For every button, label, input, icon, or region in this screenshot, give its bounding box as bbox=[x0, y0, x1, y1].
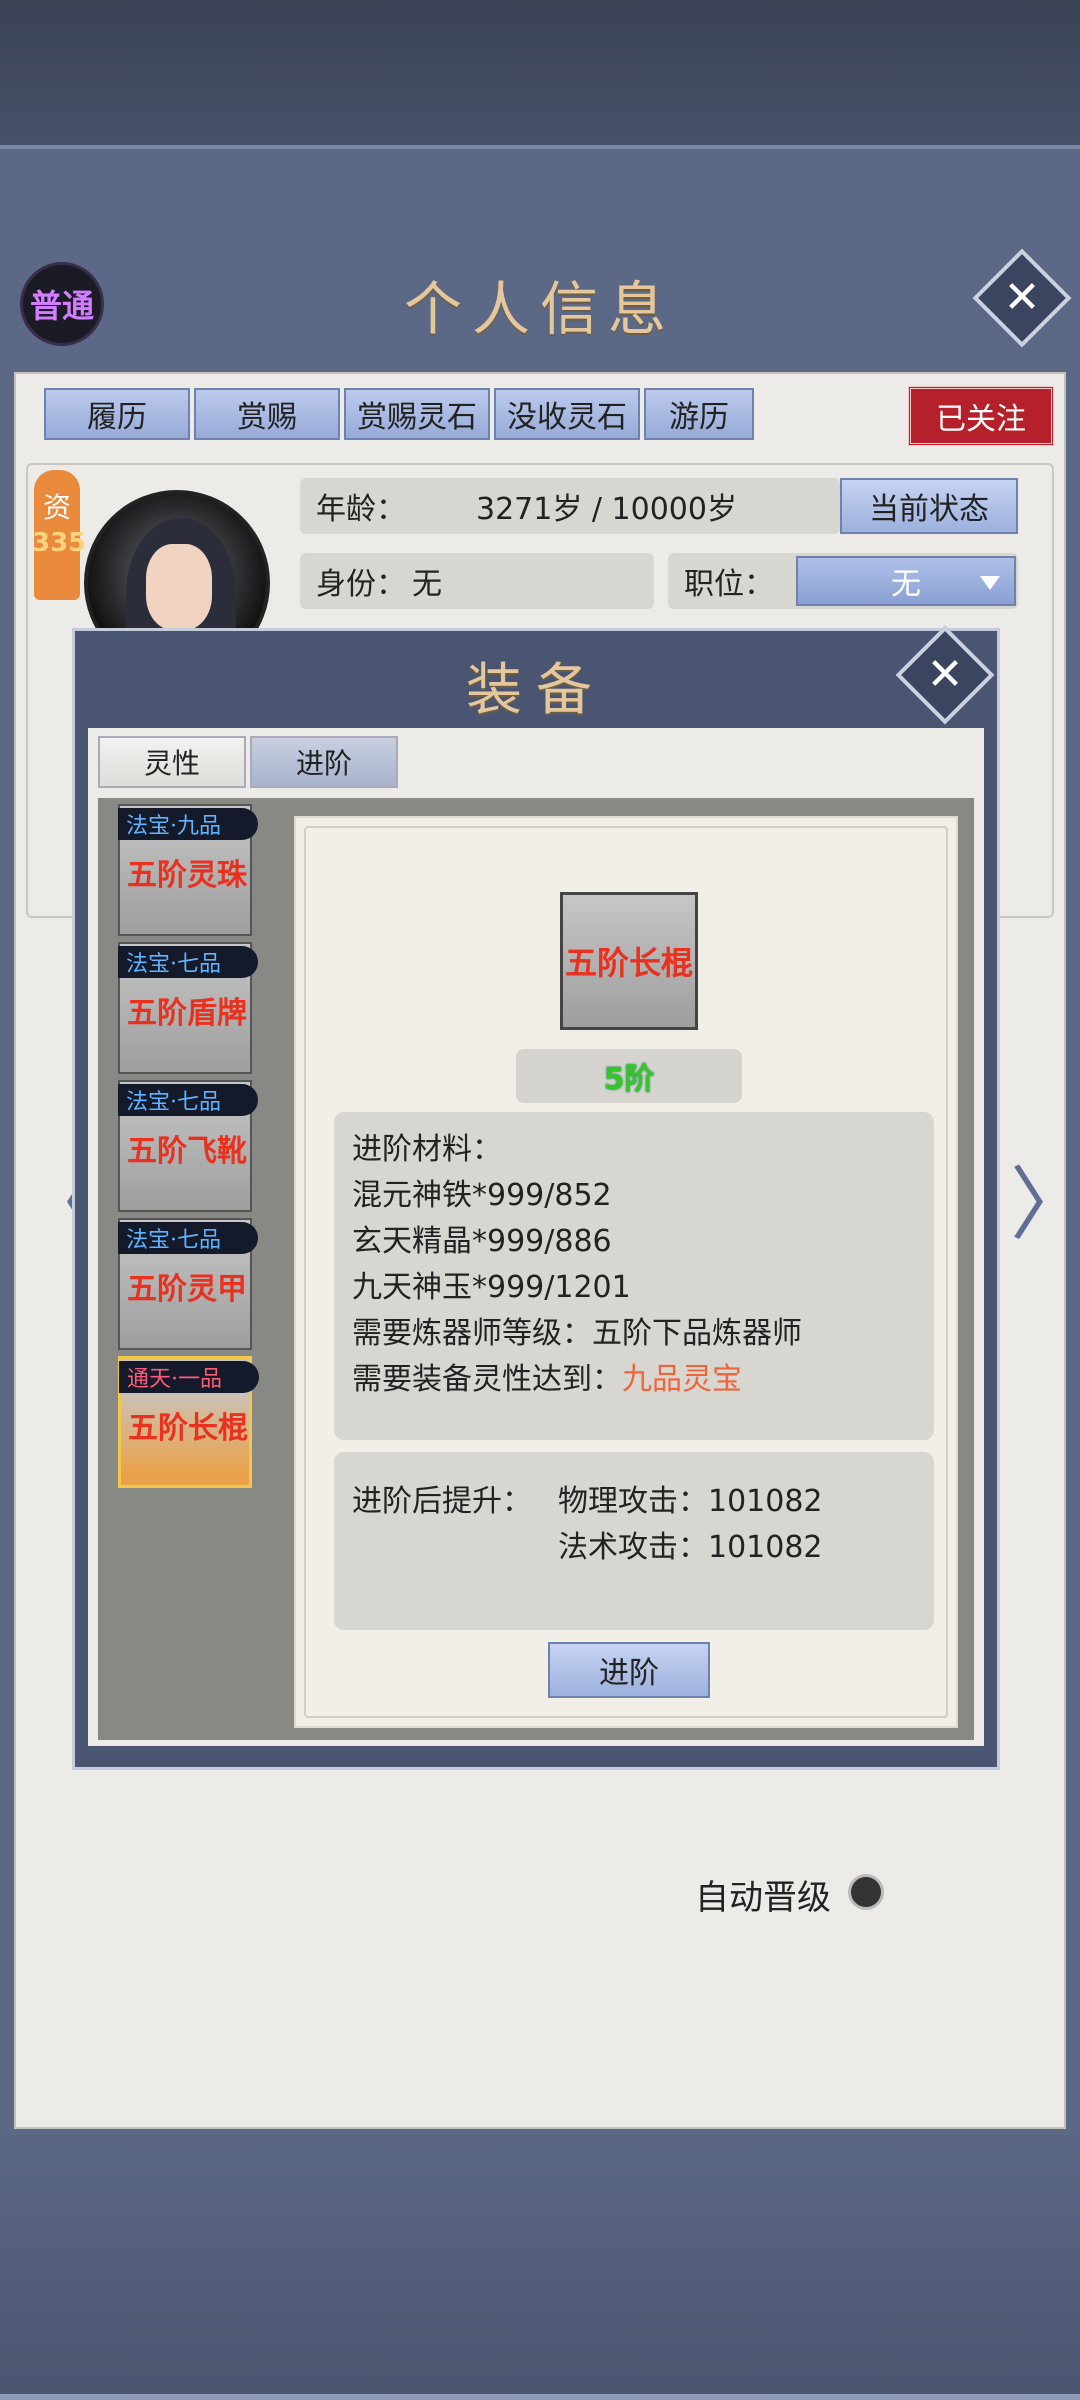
equipment-tabs: 灵性 进阶 bbox=[98, 736, 398, 788]
item-name: 五阶长棍 bbox=[128, 1411, 248, 1446]
bottom-bar bbox=[0, 2135, 1080, 2400]
gain-line: 法术攻击：101082 bbox=[558, 1530, 823, 1565]
age-label: 年龄： bbox=[316, 492, 406, 527]
top-bar bbox=[0, 0, 1080, 149]
item-name: 五阶灵珠 bbox=[127, 858, 247, 893]
close-icon: ✕ bbox=[926, 649, 964, 700]
next-arrow-icon[interactable]: 〉 bbox=[1010, 1165, 1080, 1245]
advance-button[interactable]: 进阶 bbox=[548, 1642, 710, 1698]
item-grade-tag: 通天·一品 bbox=[119, 1361, 259, 1393]
item-name: 五阶盾牌 bbox=[127, 996, 247, 1031]
position-select[interactable]: 无 bbox=[796, 556, 1016, 606]
quality-value: 335 bbox=[32, 528, 87, 558]
equipment-title: 装备 bbox=[466, 658, 606, 723]
auto-promote-label: 自动晋级 bbox=[695, 1878, 831, 1918]
position-value: 无 bbox=[891, 567, 921, 602]
spirit-requirement-value: 九品灵宝 bbox=[622, 1362, 742, 1397]
material-line: 九天神玉*999/1201 bbox=[352, 1270, 631, 1305]
identity-value: 无 bbox=[412, 567, 442, 602]
stage-label: 5阶 bbox=[516, 1049, 742, 1103]
tab-reward[interactable]: 赏赐 bbox=[194, 388, 340, 440]
refiner-requirement: 需要炼器师等级：五阶下品炼器师 bbox=[352, 1316, 802, 1351]
item-card[interactable]: 法宝·七品 五阶灵甲 bbox=[118, 1218, 258, 1350]
current-status-button[interactable]: 当前状态 bbox=[840, 478, 1018, 534]
avatar-face bbox=[146, 544, 212, 630]
item-grade-tag: 法宝·七品 bbox=[118, 946, 258, 978]
tab-history[interactable]: 履历 bbox=[44, 388, 190, 440]
age-row: 年龄： 3271岁 / 10000岁 bbox=[300, 478, 840, 534]
tab-spirituality[interactable]: 灵性 bbox=[98, 736, 246, 788]
item-name: 五阶飞靴 bbox=[127, 1134, 247, 1169]
item-card[interactable]: 法宝·九品 五阶灵珠 bbox=[118, 804, 258, 936]
auto-promote-toggle[interactable] bbox=[848, 1874, 884, 1910]
material-line: 玄天精晶*999/886 bbox=[352, 1224, 612, 1259]
gain-line: 物理攻击：101082 bbox=[558, 1484, 823, 1519]
tab-advance[interactable]: 进阶 bbox=[250, 736, 398, 788]
position-label: 职位： bbox=[684, 567, 774, 602]
selected-item-icon: 五阶长棍 bbox=[560, 892, 698, 1030]
spirit-requirement-label: 需要装备灵性达到： bbox=[352, 1362, 622, 1397]
chevron-down-icon bbox=[980, 576, 1000, 590]
materials-title: 进阶材料： bbox=[352, 1132, 502, 1167]
item-grade-tag: 法宝·九品 bbox=[118, 808, 258, 840]
identity-row: 身份： 无 bbox=[300, 553, 654, 609]
page-title: 个人信息 bbox=[403, 275, 676, 343]
item-card-selected[interactable]: 通天·一品 五阶长棍 bbox=[118, 1356, 259, 1488]
material-line: 混元神铁*999/852 bbox=[352, 1178, 612, 1213]
item-grade-tag: 法宝·七品 bbox=[118, 1084, 258, 1116]
gain-label: 进阶后提升： bbox=[352, 1484, 532, 1519]
quality-label: 资 bbox=[42, 491, 71, 524]
info-tabs: 履历 赏赐 赏赐灵石 没收灵石 游历 bbox=[44, 388, 754, 440]
tab-confiscate-stones[interactable]: 没收灵石 bbox=[494, 388, 640, 440]
tab-reward-stones[interactable]: 赏赐灵石 bbox=[344, 388, 490, 440]
close-icon: ✕ bbox=[1003, 272, 1041, 323]
item-card[interactable]: 法宝·七品 五阶飞靴 bbox=[118, 1080, 258, 1212]
spirit-requirement: 需要装备灵性达到：九品灵宝 bbox=[352, 1354, 742, 1398]
age-value: 3271岁 / 10000岁 bbox=[476, 492, 737, 527]
identity-label: 身份： bbox=[316, 567, 406, 602]
item-card[interactable]: 法宝·七品 五阶盾牌 bbox=[118, 942, 258, 1074]
follow-button[interactable]: 已关注 bbox=[908, 386, 1054, 446]
item-name: 五阶灵甲 bbox=[127, 1272, 247, 1307]
quality-badge: 资 335 bbox=[32, 470, 86, 600]
tab-travel[interactable]: 游历 bbox=[644, 388, 754, 440]
item-grade-tag: 法宝·七品 bbox=[118, 1222, 258, 1254]
